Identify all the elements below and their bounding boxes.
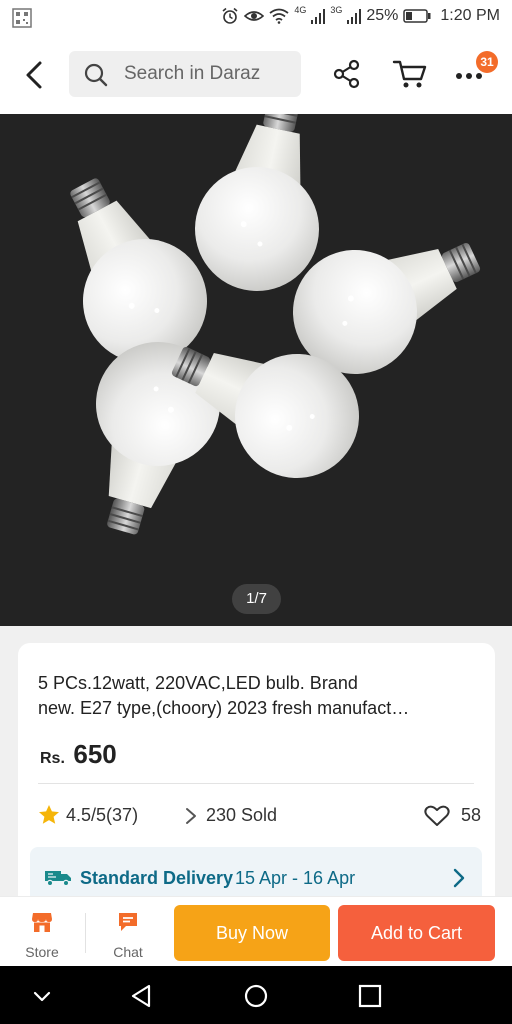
- product-title-line-2: new. E27 type,(choory) 2023 fresh manufa…: [38, 698, 410, 718]
- triangle-back-icon: [131, 984, 151, 1008]
- divider: [38, 783, 474, 784]
- chevron-right-icon: [186, 808, 196, 824]
- add-to-cart-button[interactable]: Add to Cart: [338, 905, 495, 961]
- star-icon: [39, 805, 59, 824]
- signal-icon-2: [347, 9, 362, 24]
- rating-score[interactable]: 4.5/5(37): [66, 805, 138, 826]
- chat-icon: [119, 913, 137, 931]
- status-icons: 4G 3G 25% 1:20 PM: [221, 5, 500, 25]
- chevron-right-icon: [453, 868, 465, 888]
- rating-value: 4.5/5: [66, 805, 107, 825]
- truck-icon: [45, 871, 71, 886]
- search-icon: [84, 63, 108, 87]
- delivery-dates: 15 Apr - 16 Apr: [235, 868, 356, 888]
- chat-label: Chat: [113, 944, 143, 960]
- cart-count-badge: 31: [476, 51, 498, 73]
- search-input[interactable]: Search in Daraz: [69, 51, 301, 97]
- eye-icon: [244, 11, 265, 21]
- qr-notification-icon: [12, 8, 32, 33]
- store-label: Store: [25, 944, 59, 960]
- price-currency: Rs.: [40, 750, 65, 767]
- wishlist-count: 58: [461, 805, 482, 825]
- signal-icon: [311, 9, 326, 24]
- wifi-icon: [269, 8, 289, 24]
- cart-icon: [392, 60, 427, 88]
- product-price: Rs. 650: [40, 739, 117, 770]
- product-image-gallery[interactable]: [0, 114, 512, 626]
- product-title-line-1: 5 PCs.12watt, 220VAC,LED bulb. Brand: [38, 673, 358, 693]
- bottom-action-bar: Store Chat Buy Now Add to Cart: [0, 896, 512, 966]
- nav-collapse-button[interactable]: [28, 982, 56, 1010]
- share-icon: [333, 59, 360, 89]
- nav-recents-button[interactable]: [356, 982, 384, 1010]
- net-3g-label: 3G: [330, 5, 343, 15]
- sold-count: 230 Sold: [206, 805, 278, 825]
- price-amount: 650: [73, 739, 117, 769]
- rating-count: (37): [106, 805, 139, 825]
- battery-icon: [403, 9, 431, 23]
- net-4g-label: 4G: [294, 5, 307, 15]
- status-bar: 4G 3G 25% 1:20 PM: [0, 0, 512, 36]
- buy-now-button[interactable]: Buy Now: [174, 905, 330, 961]
- cart-button[interactable]: [391, 57, 429, 91]
- delivery-label: Standard Delivery: [80, 868, 234, 888]
- product-page: 4G 3G 25% 1:20 PM Search in Daraz 31 1/7…: [0, 0, 512, 1024]
- clock: 1:20 PM: [440, 7, 500, 24]
- heart-icon[interactable]: [424, 805, 450, 827]
- product-title[interactable]: 5 PCs.12watt, 220VAC,LED bulb. Brand new…: [38, 671, 478, 721]
- rating-row: 4.5/5(37) 230 Sold 58: [38, 801, 482, 829]
- system-navigation-bar: [0, 966, 512, 1024]
- chat-button[interactable]: Chat: [98, 911, 158, 961]
- chevron-down-icon: [33, 991, 51, 1002]
- back-button[interactable]: [18, 58, 52, 92]
- back-arrow-icon: [26, 61, 42, 89]
- image-page-indicator: 1/7: [232, 584, 281, 614]
- search-placeholder: Search in Daraz: [124, 63, 261, 84]
- circle-home-icon: [244, 984, 268, 1008]
- store-icon: [32, 913, 52, 932]
- battery-percent: 25%: [366, 7, 399, 24]
- header: Search in Daraz: [0, 36, 512, 114]
- square-recents-icon: [358, 984, 382, 1008]
- product-image: [0, 114, 512, 626]
- tab-divider: [85, 913, 86, 953]
- alarm-icon: [222, 7, 238, 24]
- nav-home-button[interactable]: [242, 982, 270, 1010]
- nav-back-button[interactable]: [128, 982, 156, 1010]
- share-button[interactable]: [330, 57, 364, 91]
- store-button[interactable]: Store: [12, 911, 72, 961]
